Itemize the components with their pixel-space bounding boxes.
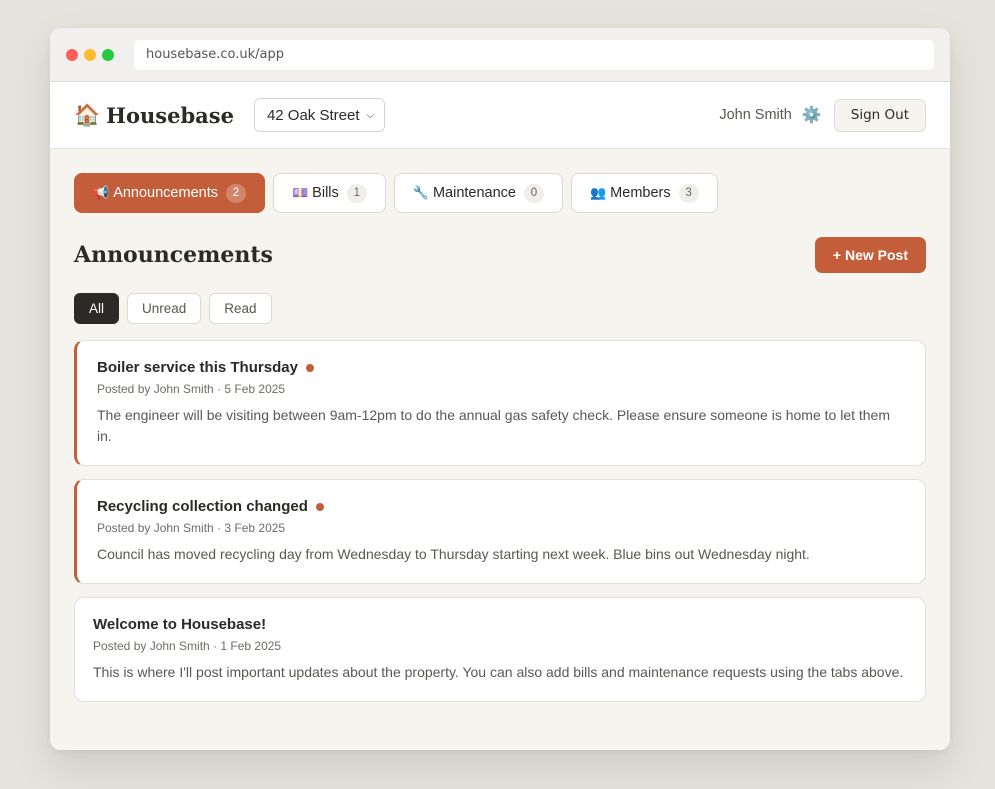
title-row: Announcements + New Post bbox=[74, 237, 926, 273]
tab-count-badge: 0 bbox=[523, 183, 544, 203]
announcement-body: Council has moved recycling day from Wed… bbox=[97, 546, 810, 562]
announcement-body: This is where I'll post important update… bbox=[93, 664, 904, 680]
chevron-down-icon: ⌵ bbox=[366, 109, 374, 121]
announcement-title: Welcome to Housebase! bbox=[93, 616, 267, 633]
megaphone-icon: 📢 bbox=[93, 185, 110, 200]
page-title: Announcements bbox=[74, 242, 273, 268]
tab-count-badge: 1 bbox=[346, 183, 367, 203]
maximize-window-dot[interactable] bbox=[102, 48, 114, 61]
tab-count-badge: 3 bbox=[678, 183, 699, 203]
tab-members[interactable]: 👥 Members 3 bbox=[570, 173, 718, 213]
tab-bills[interactable]: 💷 Bills 1 bbox=[272, 173, 386, 213]
announcement-meta: Posted by John Smith · 5 Feb 2025 bbox=[97, 382, 286, 396]
brand-logo[interactable]: 🏠 Housebase bbox=[74, 103, 234, 128]
people-icon: 👥 bbox=[589, 185, 607, 200]
brand-name: Housebase bbox=[106, 102, 234, 128]
user-name: John Smith bbox=[719, 107, 792, 123]
filter-group: All Unread Read bbox=[74, 293, 926, 324]
url-bar[interactable]: housebase.co.uk/app bbox=[134, 39, 934, 70]
announcement-title-row: Boiler service this Thursday bbox=[97, 359, 907, 376]
filter-all[interactable]: All bbox=[74, 293, 120, 324]
money-icon: 💷 bbox=[291, 185, 309, 200]
announcement-title-row: Recycling collection changed bbox=[97, 498, 907, 515]
browser-window: housebase.co.uk/app 🏠 Housebase 42 Oak S… bbox=[50, 28, 950, 750]
announcement-title-row: Welcome to Housebase! bbox=[93, 616, 907, 633]
section-tabs: 📢 Announcements 2 💷 Bills 1 🔧 Maintenanc… bbox=[74, 173, 926, 213]
tab-label: Maintenance bbox=[432, 185, 516, 201]
unread-indicator bbox=[305, 363, 314, 372]
close-window-dot[interactable] bbox=[66, 48, 78, 61]
tab-announcements[interactable]: 📢 Announcements 2 bbox=[74, 173, 265, 213]
main-content: 📢 Announcements 2 💷 Bills 1 🔧 Maintenanc… bbox=[50, 149, 950, 702]
announcement-card[interactable]: Boiler service this Thursday Posted by J… bbox=[74, 340, 926, 466]
house-icon: 🏠 bbox=[74, 102, 101, 127]
announcement-title: Recycling collection changed bbox=[97, 498, 308, 515]
filter-read[interactable]: Read bbox=[209, 293, 272, 324]
app-header: 🏠 Housebase 42 Oak Street ⌵ John Smith ⚙… bbox=[50, 82, 950, 149]
filter-unread[interactable]: Unread bbox=[127, 293, 202, 324]
minimize-window-dot[interactable] bbox=[84, 48, 96, 61]
property-select-value: 42 Oak Street bbox=[266, 106, 360, 124]
announcement-list: Boiler service this Thursday Posted by J… bbox=[74, 340, 926, 702]
announcement-meta: Posted by John Smith · 1 Feb 2025 bbox=[93, 639, 282, 653]
url-text: housebase.co.uk/app bbox=[146, 47, 284, 62]
announcement-meta: Posted by John Smith · 3 Feb 2025 bbox=[97, 521, 286, 535]
tab-label: Members bbox=[610, 185, 671, 201]
tab-count-badge: 2 bbox=[225, 183, 246, 203]
announcement-title: Boiler service this Thursday bbox=[97, 359, 298, 376]
gear-icon[interactable]: ⚙️ bbox=[802, 105, 822, 125]
announcement-card[interactable]: Recycling collection changed Posted by J… bbox=[74, 479, 926, 584]
property-select[interactable]: 42 Oak Street ⌵ bbox=[253, 98, 385, 132]
new-post-button[interactable]: + New Post bbox=[814, 237, 926, 273]
wrench-icon: 🔧 bbox=[412, 185, 429, 200]
sign-out-button[interactable]: Sign Out bbox=[833, 98, 926, 132]
announcement-body: The engineer will be visiting between 9a… bbox=[97, 407, 891, 444]
browser-chrome: housebase.co.uk/app bbox=[50, 28, 950, 82]
tab-maintenance[interactable]: 🔧 Maintenance 0 bbox=[393, 173, 563, 213]
unread-indicator bbox=[315, 502, 324, 511]
tab-label: Bills bbox=[312, 185, 339, 201]
announcement-card[interactable]: Welcome to Housebase! Posted by John Smi… bbox=[74, 597, 926, 702]
tab-label: Announcements bbox=[113, 185, 218, 201]
